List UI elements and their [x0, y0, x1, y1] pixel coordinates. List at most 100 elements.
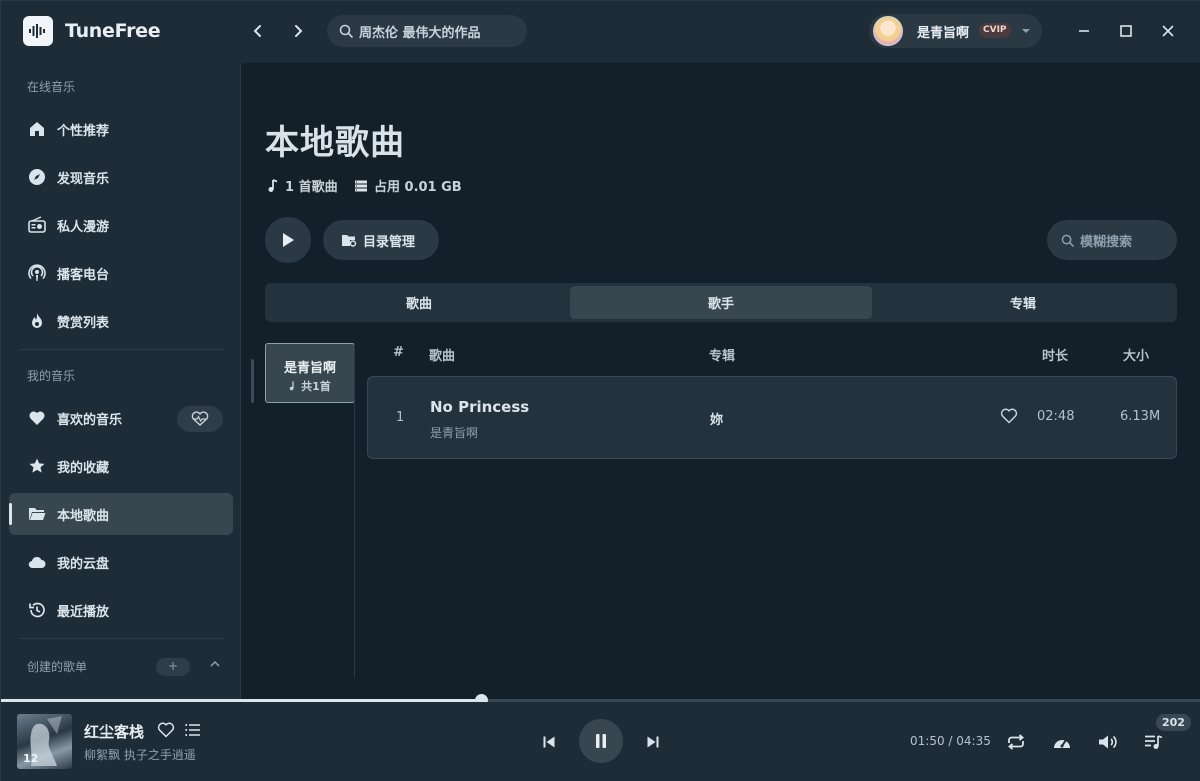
sidebar-item-reward[interactable]: 赞赏列表	[9, 300, 233, 342]
search-text: 周杰伦 最伟大的作品	[359, 25, 481, 41]
heartbeat-mode-button[interactable]	[177, 406, 223, 432]
music-note-icon	[268, 178, 278, 192]
vip-badge: CVIP	[979, 23, 1011, 38]
tab-songs[interactable]: 歌曲	[268, 286, 570, 319]
heart-icon	[27, 408, 47, 428]
storage-text: 占用 0.01 GB	[374, 180, 462, 195]
app-window: TuneFree 周杰伦 最伟大的作品 是青旨啊 CVIP 在线音乐 个性推荐 …	[0, 0, 1200, 781]
create-playlist-button[interactable]: +	[156, 658, 190, 676]
play-pause-button[interactable]	[579, 719, 623, 763]
sidebar-item-label: 我的收藏	[57, 460, 110, 476]
page-title: 本地歌曲	[265, 123, 405, 163]
next-button[interactable]	[641, 730, 665, 754]
song-count: 1 首歌曲	[267, 176, 338, 195]
chevron-up-icon[interactable]	[209, 659, 221, 669]
app-name: TuneFree	[65, 20, 161, 42]
search-input[interactable]: 周杰伦 最伟大的作品	[327, 15, 527, 47]
queue-button[interactable]	[1142, 730, 1166, 754]
row-song-artist[interactable]: 是青旨啊	[430, 424, 478, 441]
sidebar: 在线音乐 个性推荐 发现音乐 私人漫游 播客电台 赞赏列表 我的音乐 喜欢的音乐	[1, 63, 241, 699]
play-icon	[283, 233, 294, 247]
sidebar-item-local-songs[interactable]: 本地歌曲	[9, 493, 233, 535]
music-note-icon	[290, 381, 294, 391]
directory-manage-label: 目录管理	[363, 234, 416, 250]
column-header-album: 专辑	[709, 349, 736, 364]
close-icon	[1162, 25, 1174, 37]
volume-button[interactable]	[1096, 730, 1120, 754]
tab-albums[interactable]: 专辑	[872, 286, 1174, 319]
close-button[interactable]	[1156, 19, 1180, 43]
app-logo	[23, 16, 53, 46]
row-album[interactable]: 妳	[710, 409, 723, 428]
queue-count-badge: 202	[1156, 714, 1191, 731]
skip-previous-icon	[543, 736, 555, 748]
minimize-icon	[1079, 30, 1089, 32]
sidebar-item-cloud[interactable]: 我的云盘	[9, 541, 233, 583]
artist-card-name: 是青旨啊	[283, 361, 336, 376]
panel-divider	[354, 343, 355, 678]
row-size: 6.13M	[1120, 409, 1161, 424]
play-all-button[interactable]	[265, 217, 311, 263]
sidebar-item-recommend[interactable]: 个性推荐	[9, 108, 233, 150]
heartbeat-icon	[191, 411, 209, 426]
album-cover[interactable]: 12	[17, 714, 72, 769]
row-song-title: No Princess	[430, 398, 530, 416]
back-button[interactable]	[246, 19, 270, 43]
folder-settings-icon	[342, 235, 357, 247]
volume-icon	[1099, 735, 1117, 749]
chevron-left-icon	[253, 25, 261, 37]
user-menu[interactable]: 是青旨啊 CVIP	[869, 14, 1042, 48]
fuzzy-search-input[interactable]: 模糊搜索	[1047, 220, 1177, 260]
storage-info: 占用 0.01 GB	[354, 176, 462, 195]
tab-artists[interactable]: 歌手	[570, 286, 872, 319]
sidebar-item-label: 最近播放	[57, 604, 110, 620]
section-created-playlists: 创建的歌单	[27, 660, 88, 674]
search-icon	[339, 24, 353, 38]
waveform-icon	[29, 24, 45, 38]
playlist-icon	[1145, 735, 1163, 749]
sidebar-item-collection[interactable]: 我的收藏	[9, 445, 233, 487]
title-bar: TuneFree 周杰伦 最伟大的作品 是青旨啊 CVIP	[1, 1, 1200, 63]
sidebar-item-label: 发现音乐	[57, 171, 110, 187]
section-online-music: 在线音乐	[27, 80, 76, 94]
playback-speed-button[interactable]	[1050, 730, 1074, 754]
column-header-song: 歌曲	[429, 349, 456, 364]
table-row[interactable]: 1 No Princess 是青旨啊 妳 02:48 6.13M	[367, 376, 1177, 459]
main-content: 本地歌曲 1 首歌曲 占用 0.01 GB 目录管理 模糊搜索 歌曲 歌手 专辑…	[242, 63, 1200, 699]
previous-button[interactable]	[537, 730, 561, 754]
player-bar: 12 红尘客栈 柳絮飘 执子之手逍遥 01:50 / 04:35 202	[1, 702, 1200, 781]
scrollbar[interactable]	[251, 359, 254, 403]
column-header-num: #	[393, 345, 404, 360]
sidebar-item-recent[interactable]: 最近播放	[9, 589, 233, 631]
radio-icon	[27, 215, 47, 235]
avatar	[873, 16, 903, 46]
sidebar-item-roaming[interactable]: 私人漫游	[9, 204, 233, 246]
sidebar-item-discover[interactable]: 发现音乐	[9, 156, 233, 198]
now-playing-artists[interactable]: 柳絮飘 执子之手逍遥	[84, 746, 196, 763]
sidebar-item-label: 私人漫游	[57, 219, 110, 235]
heart-outline-icon[interactable]	[157, 722, 175, 738]
caret-down-icon	[1022, 29, 1030, 33]
sidebar-item-label: 本地歌曲	[57, 508, 110, 524]
maximize-button[interactable]	[1114, 19, 1138, 43]
time-separator: /	[944, 734, 957, 748]
skip-next-icon	[647, 736, 659, 748]
heart-outline-icon[interactable]	[1000, 408, 1018, 424]
forward-button[interactable]	[286, 19, 310, 43]
current-time: 01:50	[910, 734, 945, 748]
repeat-button[interactable]	[1004, 730, 1028, 754]
list-icon[interactable]	[185, 723, 201, 737]
storage-icon	[355, 180, 367, 191]
pause-icon	[596, 734, 606, 748]
disc-icon	[27, 167, 47, 187]
home-icon	[27, 119, 47, 139]
minimize-button[interactable]	[1072, 19, 1096, 43]
sidebar-item-podcast[interactable]: 播客电台	[9, 252, 233, 294]
song-count-text: 1 首歌曲	[285, 180, 338, 195]
sidebar-item-label: 我的云盘	[57, 556, 110, 572]
view-tabs: 歌曲 歌手 专辑	[265, 283, 1177, 322]
artist-card[interactable]: 是青旨啊 共1首	[265, 343, 355, 403]
column-header-duration: 时长	[1042, 349, 1069, 364]
directory-manage-button[interactable]: 目录管理	[323, 220, 439, 260]
cover-text: 12	[23, 752, 39, 765]
